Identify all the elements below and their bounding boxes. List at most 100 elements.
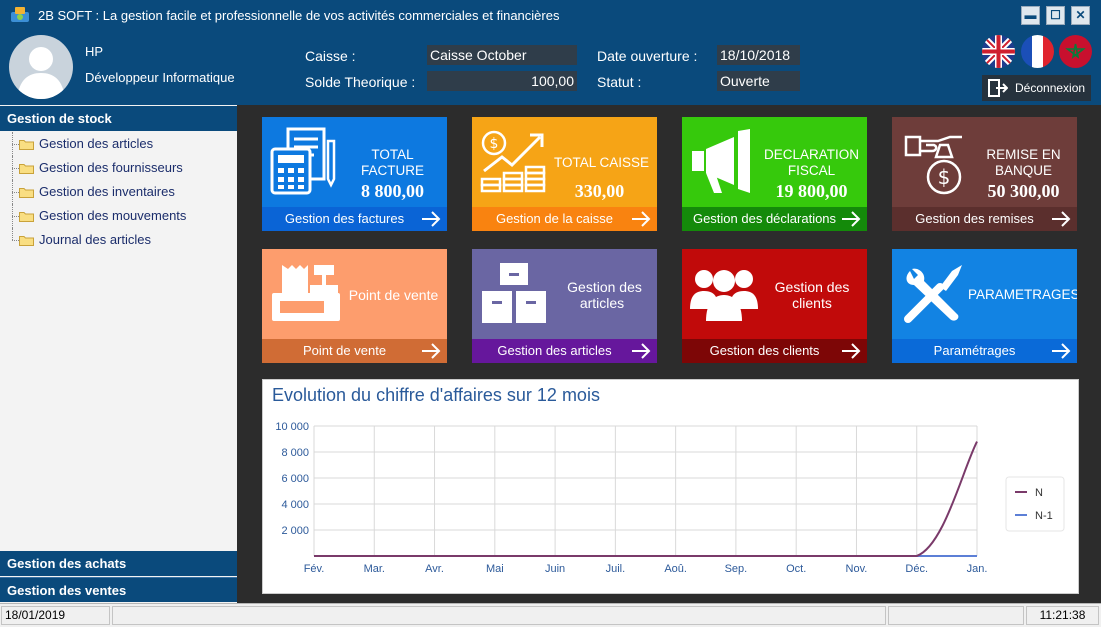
tile-caisse-footer-label: Gestion de la caisse bbox=[495, 211, 614, 226]
statut-value: Ouverte bbox=[717, 71, 800, 91]
tile-remises-line1: REMISE EN bbox=[986, 147, 1061, 162]
tile-declarations-line1: DECLARATION bbox=[763, 147, 859, 162]
tile-declarations-footer-label: Gestion des déclarations bbox=[692, 211, 837, 226]
solde-value: 100,00 bbox=[427, 71, 577, 91]
caisse-value: Caisse October bbox=[427, 45, 577, 65]
tile-articles[interactable]: Gestion des articles Gestion des article… bbox=[472, 249, 657, 363]
tile-articles-footer[interactable]: Gestion des articles bbox=[472, 339, 657, 363]
tile-factures-line2: FACTURE bbox=[360, 163, 424, 178]
revenue-chart-panel: Evolution du chiffre d'affaires sur 12 m… bbox=[262, 379, 1079, 594]
date-ouverture-label: Date ouverture : bbox=[597, 48, 698, 64]
status-time: 11:21:38 bbox=[1026, 606, 1099, 625]
tile-declarations-line2: FISCAL bbox=[787, 163, 836, 178]
cash-register-icon bbox=[272, 265, 340, 321]
tile-remises-line2: BANQUE bbox=[994, 163, 1052, 178]
logout-button[interactable]: Déconnexion bbox=[982, 75, 1091, 101]
close-button[interactable]: ✕ bbox=[1071, 6, 1090, 25]
folder-icon bbox=[19, 140, 34, 150]
sidebar-item-mouvements[interactable]: Gestion des mouvements bbox=[0, 204, 237, 228]
tile-pointvente[interactable]: Point de vente Point de vente bbox=[262, 249, 447, 363]
flag-morocco-icon[interactable] bbox=[1059, 35, 1092, 68]
tile-caisse-footer[interactable]: Gestion de la caisse bbox=[472, 207, 657, 231]
flag-uk-icon[interactable] bbox=[982, 35, 1015, 68]
logout-icon bbox=[988, 79, 1008, 97]
x-tick-label: Juil. bbox=[606, 563, 626, 575]
y-tick-label: 2 000 bbox=[281, 525, 309, 537]
x-tick-label: Sep. bbox=[725, 563, 748, 575]
tile-factures[interactable]: TOTAL FACTURE 8 800,00 Gestion des factu… bbox=[262, 117, 447, 231]
x-tick-label: Juin bbox=[545, 563, 565, 575]
x-tick-label: Mar. bbox=[364, 563, 385, 575]
minimize-button[interactable]: ▬ bbox=[1021, 6, 1040, 25]
sidebar-item-label: Gestion des mouvements bbox=[39, 208, 187, 223]
tile-clients[interactable]: Gestion des clients Gestion des clients bbox=[682, 249, 867, 363]
header: HP Développeur Informatique Caisse : Cai… bbox=[0, 30, 1101, 105]
tile-remises[interactable]: $ REMISE EN BANQUE 50 300,00 Gestion des… bbox=[892, 117, 1077, 231]
y-tick-label: 8 000 bbox=[281, 447, 309, 459]
arrow-right-icon bbox=[632, 343, 651, 359]
stock-tree: Gestion des articles Gestion des fournis… bbox=[0, 132, 237, 252]
maximize-button[interactable]: ☐ bbox=[1046, 6, 1065, 25]
tile-parametrages-footer[interactable]: Paramétrages bbox=[892, 339, 1077, 363]
x-tick-label: Fév. bbox=[304, 563, 325, 575]
solde-label: Solde Theorique : bbox=[305, 74, 416, 90]
series-line-n bbox=[314, 441, 978, 557]
arrow-right-icon bbox=[422, 343, 441, 359]
tile-articles-footer-label: Gestion des articles bbox=[497, 343, 612, 358]
status-empty bbox=[888, 606, 1024, 625]
arrow-right-icon bbox=[842, 343, 861, 359]
flag-france-icon[interactable] bbox=[1021, 35, 1054, 68]
status-bar: 18/01/2019 11:21:38 bbox=[0, 603, 1101, 627]
user-role: Développeur Informatique bbox=[85, 70, 235, 85]
legend-label: N bbox=[1035, 487, 1043, 499]
sidebar-item-fournisseurs[interactable]: Gestion des fournisseurs bbox=[0, 156, 237, 180]
sidebar-item-inventaires[interactable]: Gestion des inventaires bbox=[0, 180, 237, 204]
tile-clients-footer[interactable]: Gestion des clients bbox=[682, 339, 867, 363]
tile-remises-footer-label: Gestion des remises bbox=[915, 211, 1034, 226]
tile-remises-footer[interactable]: Gestion des remises bbox=[892, 207, 1077, 231]
revenue-chart: 10 000 8 000 6 000 4 000 2 000 Fév. Mar. Avr. Ma… bbox=[275, 421, 1065, 575]
tile-articles-line1: Gestion des bbox=[567, 279, 642, 295]
sidebar-item-articles[interactable]: Gestion des articles bbox=[0, 132, 237, 156]
arrow-right-icon bbox=[842, 211, 861, 227]
invoice-calculator-icon bbox=[270, 127, 336, 195]
sidebar-header-achats[interactable]: Gestion des achats bbox=[0, 551, 237, 576]
sidebar-header-ventes[interactable]: Gestion des ventes bbox=[0, 577, 237, 602]
y-tick-label: 10 000 bbox=[275, 421, 309, 433]
sidebar-item-label: Gestion des articles bbox=[39, 136, 154, 151]
caisse-label: Caisse : bbox=[305, 48, 356, 64]
status-spacer bbox=[112, 606, 886, 625]
arrow-right-icon bbox=[1052, 343, 1071, 359]
tile-parametrages[interactable]: PARAMETRAGES Paramétrages bbox=[892, 249, 1077, 363]
boxes-icon bbox=[482, 263, 546, 323]
tile-parametrages-line1: PARAMETRAGES bbox=[968, 287, 1077, 302]
x-tick-label: Aoû. bbox=[664, 563, 687, 575]
tile-parametrages-footer-label: Paramétrages bbox=[933, 343, 1016, 358]
x-tick-label: Mai bbox=[486, 563, 504, 575]
date-ouverture-value: 18/10/2018 bbox=[717, 45, 800, 65]
y-tick-label: 6 000 bbox=[281, 473, 309, 485]
tile-caisse[interactable]: $ TOTAL CAISSE 330,00 Gestion de la cais… bbox=[472, 117, 657, 231]
sidebar: Gestion de stock Gestion des articles Ge… bbox=[0, 105, 237, 603]
tile-caisse-amount: 330,00 bbox=[574, 181, 625, 201]
tools-icon bbox=[904, 265, 962, 323]
avatar bbox=[9, 35, 73, 99]
arrow-right-icon bbox=[1052, 211, 1071, 227]
users-icon bbox=[690, 270, 758, 321]
tile-pointvente-footer[interactable]: Point de vente bbox=[262, 339, 447, 363]
tile-clients-line1: Gestion des bbox=[774, 279, 850, 295]
legend-label: N-1 bbox=[1035, 510, 1053, 522]
x-tick-label: Jan. bbox=[967, 563, 988, 575]
sidebar-header-stock[interactable]: Gestion de stock bbox=[0, 106, 237, 131]
money-bag-hand-icon: $ bbox=[904, 135, 962, 195]
tile-declarations-amount: 19 800,00 bbox=[775, 181, 848, 201]
tile-factures-footer[interactable]: Gestion des factures bbox=[262, 207, 447, 231]
sidebar-item-journal[interactable]: Journal des articles bbox=[0, 228, 237, 252]
sidebar-item-label: Gestion des fournisseurs bbox=[39, 160, 183, 175]
tile-declarations[interactable]: DECLARATION FISCAL 19 800,00 Gestion des… bbox=[682, 117, 867, 231]
folder-icon bbox=[19, 164, 34, 174]
tile-declarations-footer[interactable]: Gestion des déclarations bbox=[682, 207, 867, 231]
svg-text:$: $ bbox=[490, 136, 499, 152]
tile-factures-amount: 8 800,00 bbox=[361, 181, 424, 201]
x-tick-label: Déc. bbox=[905, 563, 928, 575]
